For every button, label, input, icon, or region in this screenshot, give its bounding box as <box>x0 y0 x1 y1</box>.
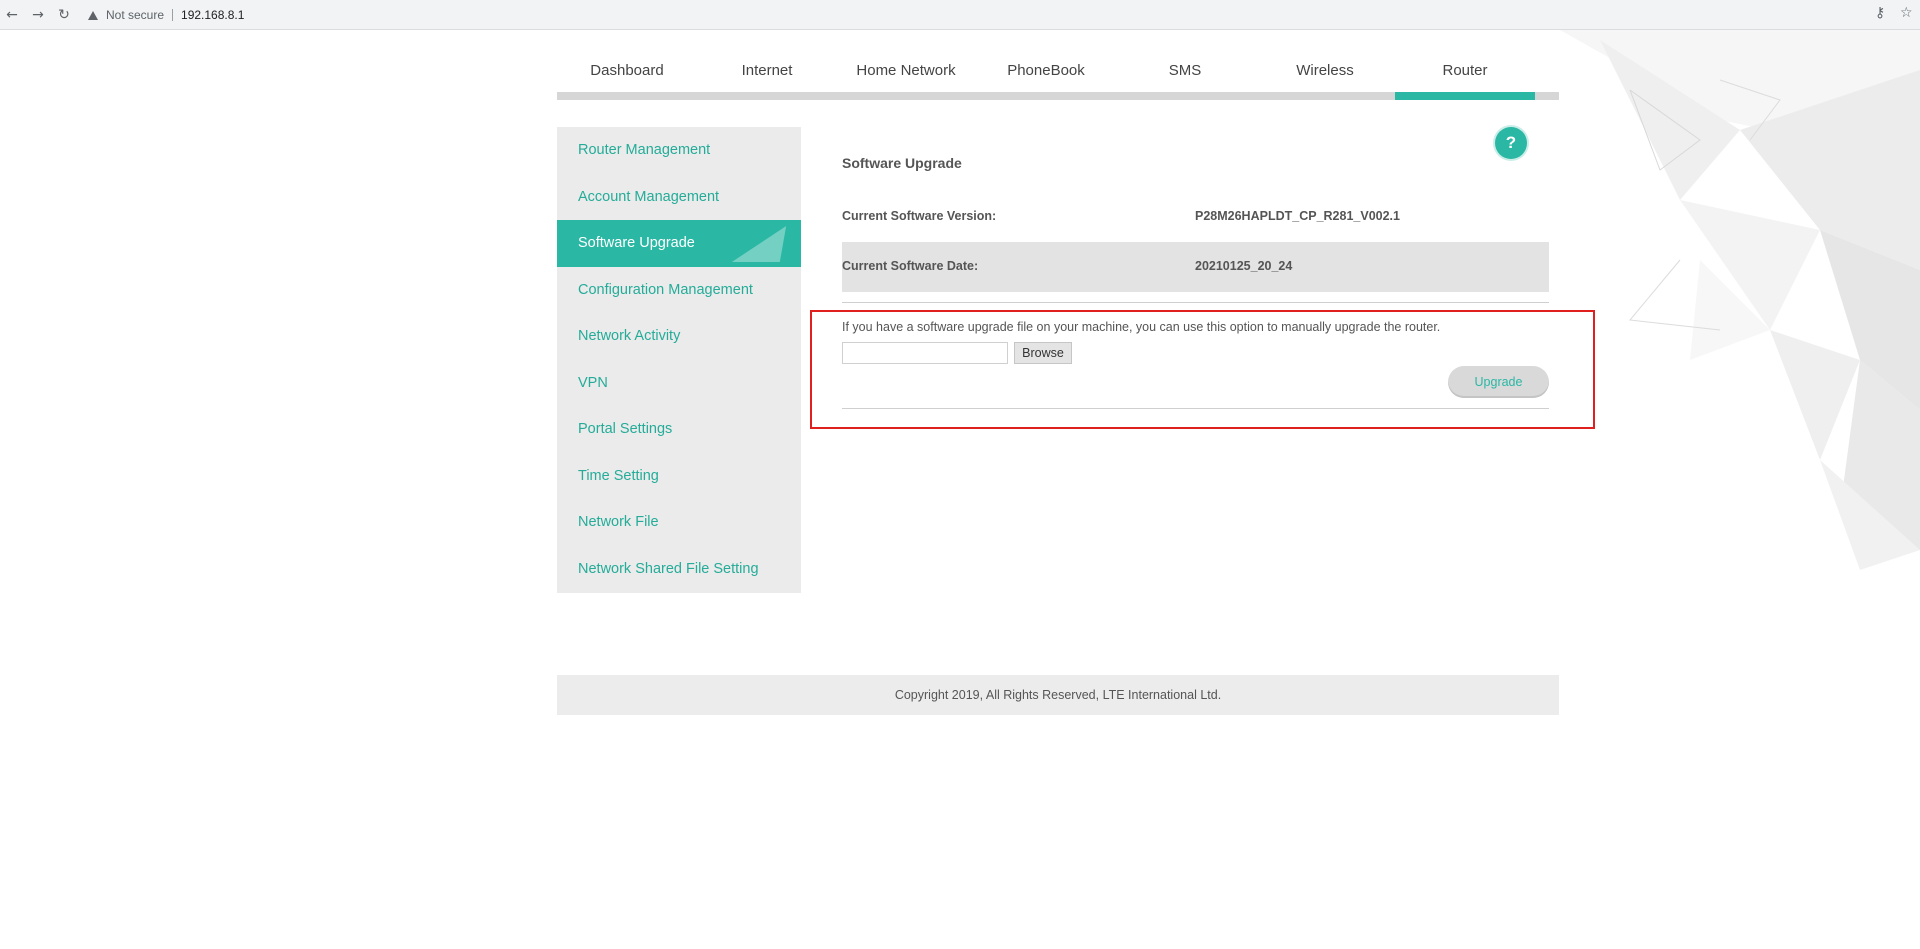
warning-icon <box>88 10 98 20</box>
sidebar-item-configuration-management[interactable]: Configuration Management <box>557 267 801 314</box>
active-item-decoration <box>731 226 787 262</box>
divider <box>842 302 1549 303</box>
url-text: 192.168.8.1 <box>181 8 245 22</box>
key-icon[interactable]: ⚷ <box>1875 5 1885 21</box>
security-label: Not secure <box>106 8 165 22</box>
software-version-value: P28M26HAPLDT_CP_R281_V002.1 <box>1195 209 1400 223</box>
tab-sms[interactable]: SMS <box>1115 62 1255 79</box>
sidebar-item-router-management[interactable]: Router Management <box>557 127 801 174</box>
software-version-label: Current Software Version: <box>842 209 997 223</box>
software-date-label: Current Software Date: <box>842 259 979 273</box>
browser-toolbar: ← → ↻ Not secure 192.168.8.1 ⚷ ☆ <box>0 0 1920 30</box>
omnibox-separator <box>172 9 174 21</box>
back-icon[interactable]: ← <box>2 5 22 25</box>
reload-icon[interactable]: ↻ <box>54 5 74 25</box>
tab-home-network[interactable]: Home Network <box>836 62 976 79</box>
tab-internet[interactable]: Internet <box>697 62 837 79</box>
forward-icon[interactable]: → <box>28 5 48 25</box>
help-button[interactable]: ? <box>1495 127 1527 159</box>
page-title: Software Upgrade <box>842 155 962 171</box>
highlight-box <box>810 310 1595 429</box>
tab-router[interactable]: Router <box>1395 62 1535 79</box>
tab-phonebook[interactable]: PhoneBook <box>976 62 1116 79</box>
sidebar-item-network-shared-file-setting[interactable]: Network Shared File Setting <box>557 546 801 593</box>
sidebar-item-time-setting[interactable]: Time Setting <box>557 453 801 500</box>
sidebar-item-software-upgrade[interactable]: Software Upgrade <box>557 220 801 267</box>
sidebar-item-network-activity[interactable]: Network Activity <box>557 313 801 360</box>
software-date-row: Current Software Date: 20210125_20_24 <box>842 242 1549 292</box>
software-version-row: Current Software Version: P28M26HAPLDT_C… <box>842 192 1549 242</box>
sidebar-item-label: Software Upgrade <box>578 235 695 251</box>
star-icon[interactable]: ☆ <box>1900 5 1913 21</box>
nav-active-indicator <box>1395 92 1535 100</box>
sidebar-menu: Router Management Account Management Sof… <box>557 127 801 593</box>
address-bar[interactable]: Not secure 192.168.8.1 <box>88 4 1868 26</box>
sidebar-item-network-file[interactable]: Network File <box>557 499 801 546</box>
sidebar-item-vpn[interactable]: VPN <box>557 360 801 407</box>
software-date-value: 20210125_20_24 <box>1195 259 1293 273</box>
tab-wireless[interactable]: Wireless <box>1255 62 1395 79</box>
sidebar-item-account-management[interactable]: Account Management <box>557 174 801 221</box>
top-navigation: Dashboard Internet Home Network PhoneBoo… <box>557 50 1559 102</box>
tab-dashboard[interactable]: Dashboard <box>557 62 697 79</box>
sidebar-item-portal-settings[interactable]: Portal Settings <box>557 406 801 453</box>
footer-copyright: Copyright 2019, All Rights Reserved, LTE… <box>557 675 1559 715</box>
